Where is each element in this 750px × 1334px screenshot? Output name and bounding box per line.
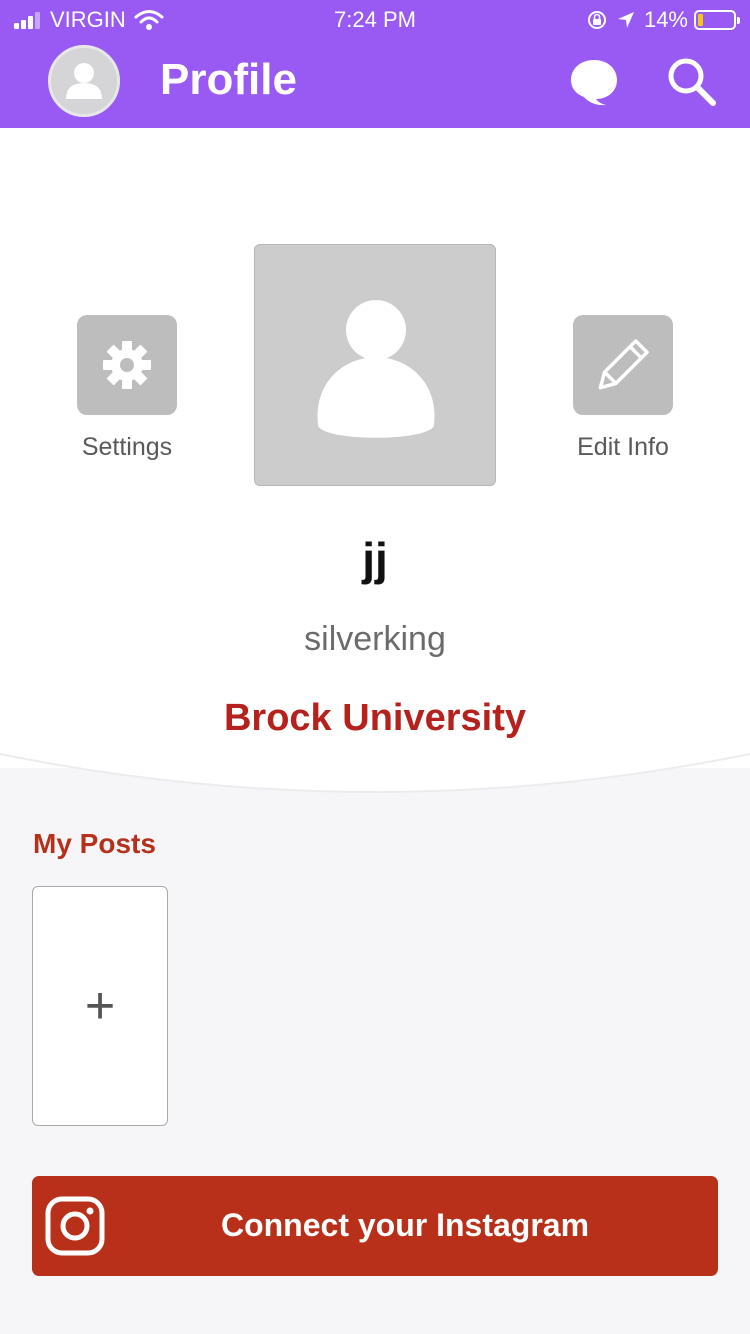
battery-icon — [694, 10, 740, 30]
location-arrow-icon — [617, 12, 634, 28]
app-header: VIRGIN 7:24 PM 14% Profile — [0, 0, 750, 128]
settings-label[interactable]: Settings — [47, 433, 207, 462]
settings-button[interactable] — [77, 315, 177, 415]
add-post-button[interactable]: + — [32, 886, 168, 1126]
username: silverking — [304, 620, 446, 658]
connect-instagram-button[interactable]: Connect your Instagram — [32, 1176, 718, 1276]
chat-bubble-icon[interactable] — [568, 56, 620, 108]
profile-photo[interactable] — [254, 244, 496, 486]
connect-instagram-label: Connect your Instagram — [220, 1207, 590, 1243]
orientation-lock-icon — [587, 11, 606, 29]
battery-percent: 14% — [643, 7, 688, 32]
my-posts-title: My Posts — [33, 828, 156, 859]
school-name: Brock University — [223, 697, 526, 739]
display-name: jj — [362, 533, 388, 585]
plus-icon: + — [84, 977, 116, 1035]
search-icon[interactable] — [664, 54, 718, 108]
status-bar: VIRGIN 7:24 PM 14% — [0, 0, 750, 40]
edit-info-button[interactable] — [573, 315, 673, 415]
card-curve — [0, 740, 750, 793]
page-title: Profile — [160, 55, 297, 104]
user-placeholder-icon — [317, 300, 435, 438]
user-avatar-icon[interactable] — [48, 45, 120, 117]
edit-info-label[interactable]: Edit Info — [543, 433, 703, 462]
gear-icon — [103, 341, 151, 389]
pencil-icon — [598, 339, 649, 390]
